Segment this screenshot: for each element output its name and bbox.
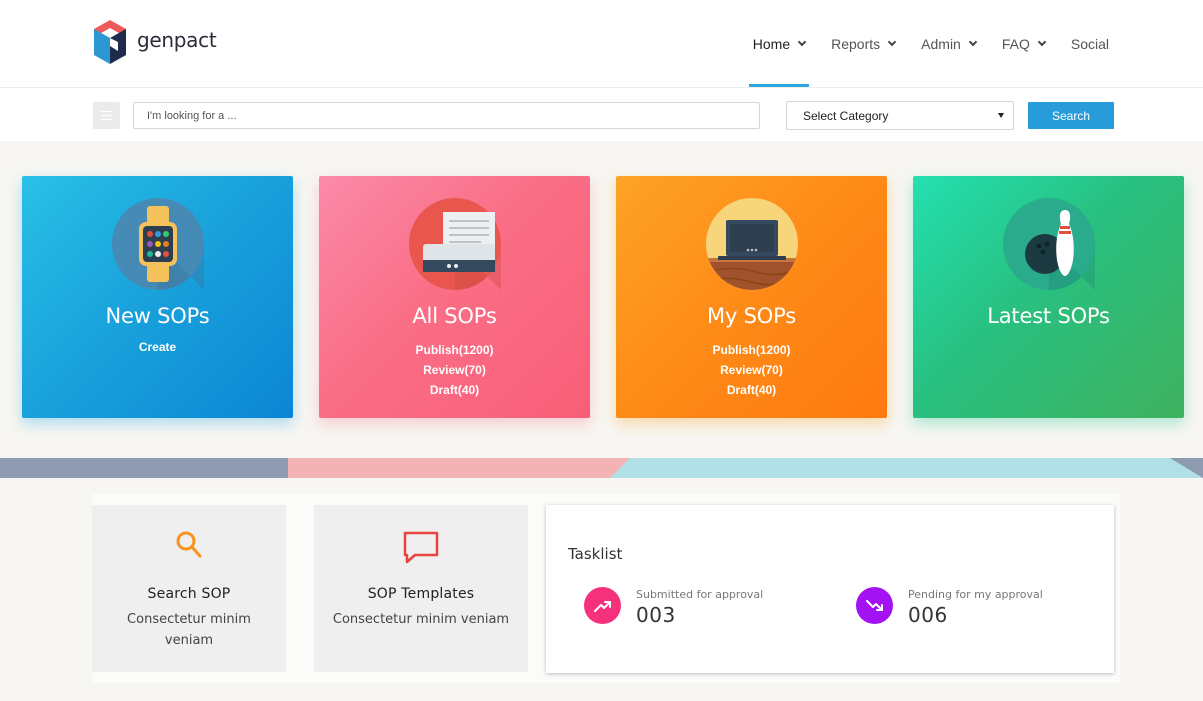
search-icon (176, 531, 202, 558)
chevron-down-icon (887, 37, 897, 47)
genpact-logo[interactable]: genpact (92, 18, 217, 66)
caret-down-icon (998, 113, 1004, 118)
chevron-down-icon (797, 37, 807, 47)
trending-down-icon (856, 587, 893, 624)
task-label: Pending for my approval (908, 588, 1043, 601)
tile-title: SOP Templates (367, 586, 475, 602)
tile-description: Consectetur minim veniam (127, 612, 251, 648)
nav-item-social[interactable]: Social (1071, 0, 1109, 88)
card-my-sops[interactable]: My SOPs Publish(1200) Review(70) Draft(4… (616, 176, 887, 418)
trending-up-icon (584, 587, 621, 624)
header: genpact Home Reports Admin FAQ Social (0, 0, 1203, 88)
task-pending-for-my-approval[interactable]: Pending for my approval 006 (856, 587, 1043, 627)
card-title: Latest SOPs (987, 304, 1110, 328)
printer-icon (409, 198, 501, 290)
task-count: 003 (636, 603, 676, 627)
smartwatch-icon (112, 198, 204, 290)
task-label: Submitted for approval (636, 588, 764, 601)
tile-title: Search SOP (147, 586, 231, 602)
hamburger-menu-icon[interactable] (93, 102, 120, 129)
tile-search-sop[interactable]: Search SOP Consectetur minim veniam (92, 505, 286, 672)
brand-name: genpact (137, 28, 217, 52)
card-line-review: Review(70) (423, 363, 486, 377)
card-line-review: Review(70) (720, 363, 783, 377)
nav-item-faq[interactable]: FAQ (1001, 0, 1047, 88)
card-latest-sops[interactable]: Latest SOPs (913, 176, 1184, 418)
card-all-sops[interactable]: All SOPs Publish(1200) Review(70) Draft(… (319, 176, 590, 418)
chat-icon (403, 531, 439, 564)
nav-item-label: Reports (831, 36, 881, 52)
search-input[interactable] (133, 102, 760, 129)
category-select[interactable]: Select Category (786, 101, 1014, 130)
card-new-sops[interactable]: New SOPs Create (22, 176, 293, 418)
nav-item-reports[interactable]: Reports (831, 0, 897, 88)
tile-sop-templates[interactable]: SOP Templates Consectetur minim veniam (314, 505, 528, 672)
main-nav: Home Reports Admin FAQ Social (727, 0, 1109, 88)
nav-item-label: Home (752, 36, 791, 52)
card-stats: Publish(1200) Review(70) Draft(40) (616, 340, 887, 400)
search-button[interactable]: Search (1028, 102, 1114, 129)
card-line-draft: Draft(40) (429, 383, 480, 397)
task-submitted-for-approval[interactable]: Submitted for approval 003 (584, 587, 763, 627)
genpact-logo-icon (94, 20, 126, 64)
task-count: 006 (908, 603, 948, 627)
card-title: All SOPs (412, 304, 497, 328)
chevron-down-icon (1037, 37, 1047, 47)
nav-item-home[interactable]: Home (748, 0, 810, 88)
nav-item-admin[interactable]: Admin (921, 0, 978, 88)
search-bar: Select Category Search (0, 89, 1203, 141)
card-title: New SOPs (105, 304, 210, 328)
card-stats: Publish(1200) Review(70) Draft(40) (319, 340, 590, 400)
category-select-value: Select Category (803, 108, 889, 123)
laptop-icon (706, 198, 798, 290)
tasklist-panel: Tasklist Submitted for approval 003 Pend… (546, 505, 1114, 673)
chevron-down-icon (968, 37, 978, 47)
nav-item-label: Social (1070, 36, 1109, 52)
card-line: Create (138, 340, 177, 354)
card-line-draft: Draft(40) (726, 383, 777, 397)
bowling-icon (1003, 198, 1095, 290)
nav-item-label: Admin (921, 36, 961, 52)
tile-description: Consectetur minim veniam (332, 612, 510, 627)
decorative-stripe (0, 458, 1203, 478)
tasklist-title: Tasklist (568, 545, 623, 563)
nav-item-label: FAQ (1001, 36, 1030, 52)
card-title: My SOPs (707, 304, 796, 328)
card-line-publish: Publish(1200) (712, 343, 791, 357)
card-line-publish: Publish(1200) (415, 343, 494, 357)
